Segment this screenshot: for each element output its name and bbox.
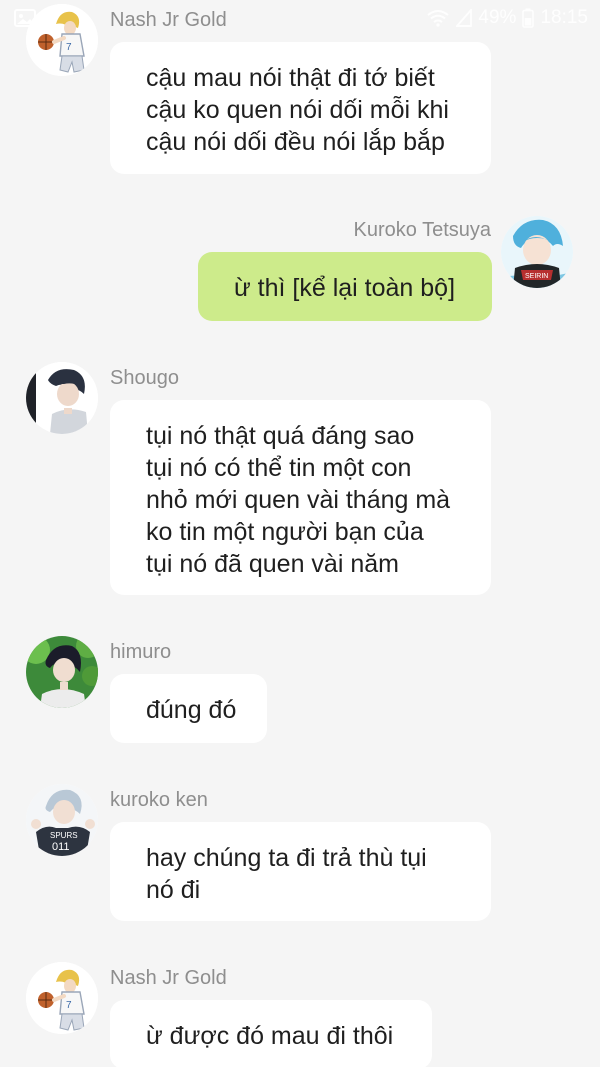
wifi-icon (426, 9, 450, 27)
message-line: cậu nói dối đều nói lắp bắp (146, 128, 445, 156)
svg-text:SEIRIN: SEIRIN (525, 273, 548, 280)
svg-text:SPURS: SPURS (50, 831, 78, 840)
message-bubble[interactable]: hay chúng ta đi trả thù tụi nó đi (110, 822, 491, 921)
black-hair-forest-avatar (26, 636, 98, 708)
chat-screen: 49% 18:15 7 Nash Jr Gold cậu mau nói thậ… (0, 0, 600, 1067)
message-bubble[interactable]: đúng đó (110, 674, 267, 743)
status-right: 49% 18:15 (426, 7, 588, 29)
message-line: ừ thì [kể lại toàn bộ] (234, 274, 456, 302)
avatar-kuroko-ken[interactable]: SPURS 011 (26, 784, 98, 856)
blond-basketball-player-avatar: 7 (26, 962, 98, 1034)
message-line: đúng đó (146, 696, 237, 724)
dark-hair-boy-avatar (26, 362, 98, 434)
message-line: tụi nó có thể tin một con (146, 454, 412, 482)
svg-text:011: 011 (52, 841, 70, 853)
clock: 18:15 (540, 7, 588, 28)
message-line: tụi nó thật quá đáng sao (146, 422, 415, 450)
blue-hair-seirin-avatar: SEIRIN (501, 216, 573, 288)
message-bubble[interactable]: tụi nó thật quá đáng sao tụi nó có thể t… (110, 400, 491, 595)
svg-text:7: 7 (66, 1000, 72, 1011)
status-bar: 49% 18:15 (0, 0, 600, 38)
sender-name: Shougo (110, 367, 179, 389)
message-line: nhỏ mới quen vài tháng mà (146, 486, 451, 514)
signal-icon (456, 9, 473, 27)
battery-icon (522, 8, 535, 28)
sender-name: kuroko ken (110, 789, 208, 811)
message-line: cậu mau nói thật đi tớ biết (146, 64, 435, 92)
sender-name: Kuroko Tetsuya (353, 219, 492, 241)
message-bubble[interactable]: cậu mau nói thật đi tớ biết cậu ko quen … (110, 42, 491, 174)
avatar-himuro[interactable] (26, 636, 98, 708)
avatar-kuroko-tetsuya[interactable]: SEIRIN (501, 216, 573, 288)
svg-text:7: 7 (66, 42, 72, 53)
message-line: ko tin một người bạn của (146, 518, 424, 546)
message-line: ừ được đó mau đi thôi (146, 1022, 394, 1050)
image-icon (14, 9, 36, 27)
message-bubble[interactable]: ừ được đó mau đi thôi (110, 1000, 432, 1067)
message-line: nó đi (146, 876, 201, 904)
silver-hair-spurs-avatar: SPURS 011 (26, 784, 98, 856)
message-line: hay chúng ta đi trả thù tụi (146, 844, 427, 872)
message-line: tụi nó đã quen vài năm (146, 550, 399, 578)
avatar-shougo[interactable] (26, 362, 98, 434)
sender-name: Nash Jr Gold (110, 967, 227, 989)
avatar-nash-jr-gold[interactable]: 7 (26, 962, 98, 1034)
battery-percent: 49% (478, 7, 517, 28)
sender-name: himuro (110, 641, 172, 663)
message-line: cậu ko quen nói dối mỗi khi (146, 96, 449, 124)
message-bubble-own[interactable]: ừ thì [kể lại toàn bộ] (198, 252, 492, 321)
